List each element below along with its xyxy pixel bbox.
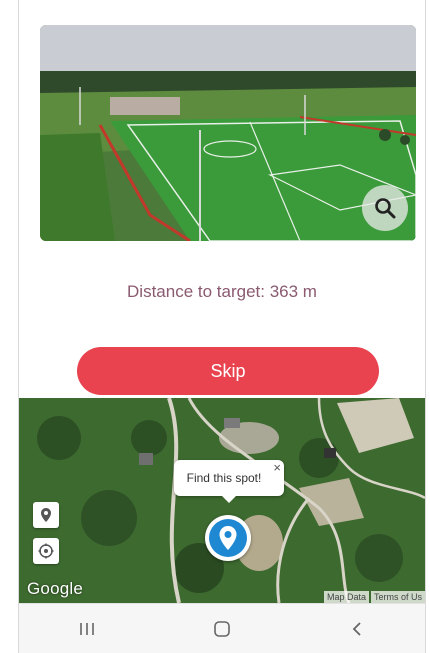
zoom-button[interactable] [362, 185, 408, 231]
compass-icon [38, 543, 54, 559]
distance-to-target: Distance to target: 363 m [127, 282, 317, 301]
app-frame: Distance to target: 363 m Skip Find this… [18, 0, 426, 653]
back-icon [353, 622, 361, 636]
location-pin-icon [219, 526, 237, 550]
magnifier-icon [375, 198, 396, 219]
recent-apps-icon [79, 623, 94, 635]
home-button[interactable] [192, 609, 252, 649]
google-logo: Google [27, 579, 84, 598]
terms-of-use-link[interactable]: Terms of Us [370, 591, 425, 603]
back-button[interactable] [327, 609, 387, 649]
tooltip-text: Find this spot! [186, 471, 262, 485]
aerial-field-image [40, 25, 416, 241]
target-photo [40, 25, 416, 241]
marker-button[interactable] [33, 502, 59, 528]
map-attribution: Map Data Terms of Us [322, 591, 425, 603]
map-view[interactable]: Find this spot! × Google Map Data Terms … [19, 398, 425, 603]
skip-button[interactable]: Skip [77, 347, 379, 395]
system-nav-bar [19, 603, 425, 653]
find-spot-tooltip: Find this spot! × [174, 460, 284, 503]
tooltip-close-icon[interactable]: × [273, 460, 281, 475]
marker-icon [41, 508, 51, 522]
map-data-link[interactable]: Map Data [323, 591, 369, 603]
compass-button[interactable] [33, 538, 59, 564]
target-pin[interactable] [205, 515, 251, 561]
pin-inner [209, 519, 247, 557]
home-icon [214, 621, 230, 637]
recent-apps-button[interactable] [57, 609, 117, 649]
